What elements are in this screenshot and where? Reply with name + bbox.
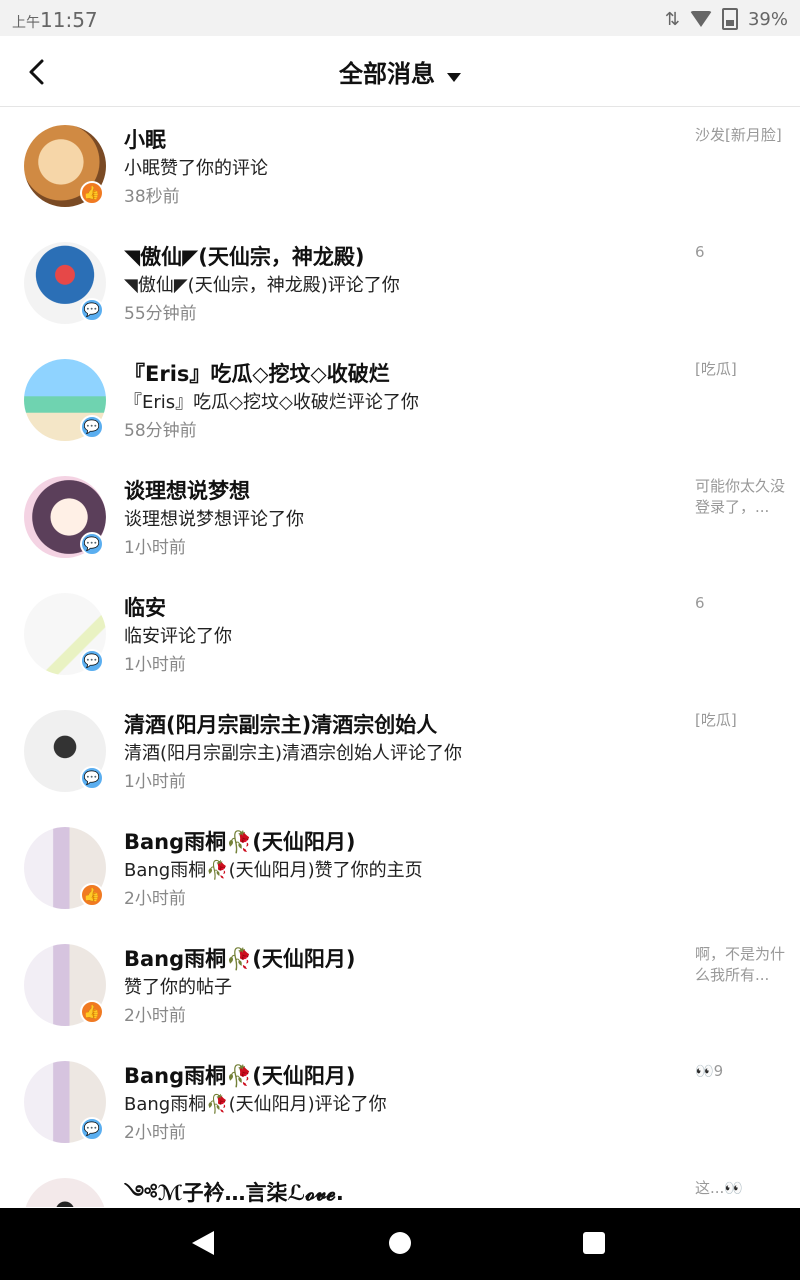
thumbs-up-icon: 👍 — [80, 1000, 104, 1024]
sender-name[interactable]: Bang雨桐🥀(天仙阳月) — [124, 1061, 679, 1091]
message-time: 38秒前 — [124, 187, 180, 207]
message-action: ◥傲仙◤(天仙宗，神龙殿)评论了你 — [124, 275, 400, 296]
message-action: Bang雨桐🥀(天仙阳月)评论了你 — [124, 1094, 387, 1115]
message-item[interactable]: ༺ℳ子衿…言柒ℒ𝓸𝓿𝓮. 这...👀 — [0, 1160, 800, 1207]
sender-name[interactable]: 谈理想说梦想 — [124, 476, 679, 506]
message-snippet: 6 — [695, 594, 705, 612]
message-item[interactable]: 👍 Bang雨桐🥀(天仙阳月) Bang雨桐🥀(天仙阳月)赞了你的主页 2小时前 — [0, 809, 800, 926]
message-time: 2小时前 — [124, 1123, 186, 1143]
sender-name[interactable]: ༺ℳ子衿…言柒ℒ𝓸𝓿𝓮. — [124, 1178, 679, 1207]
message-action: 谈理想说梦想评论了你 — [124, 509, 304, 530]
nav-home-button[interactable] — [389, 1232, 411, 1254]
message-item[interactable]: 💬 谈理想说梦想 谈理想说梦想评论了你 1小时前 可能你太久没登录了，... — [0, 458, 800, 575]
sender-name[interactable]: Bang雨桐🥀(天仙阳月) — [124, 827, 679, 857]
message-item[interactable]: 💬 Bang雨桐🥀(天仙阳月) Bang雨桐🥀(天仙阳月)评论了你 2小时前 👀… — [0, 1043, 800, 1160]
comment-bubble-icon: 💬 — [80, 766, 104, 790]
sender-name[interactable]: ◥傲仙◤(天仙宗，神龙殿) — [124, 242, 679, 272]
message-snippet: [吃瓜] — [695, 711, 737, 729]
message-snippet: 沙发[新月脸] — [695, 126, 782, 144]
sender-name[interactable]: 小眠 — [124, 125, 679, 155]
wifi-icon — [689, 11, 712, 27]
thumbs-up-icon: 👍 — [80, 883, 104, 907]
message-time: 55分钟前 — [124, 304, 197, 324]
comment-bubble-icon: 💬 — [80, 649, 104, 673]
status-time: 上午11:57 — [12, 8, 98, 32]
comment-bubble-icon: 💬 — [80, 298, 104, 322]
message-time: 2小时前 — [124, 889, 186, 909]
message-snippet: 啊，不是为什么我所有... — [695, 945, 786, 984]
page-title: 全部消息 — [339, 60, 435, 88]
sender-name[interactable]: 清酒(阳月宗副宗主)清酒宗创始人 — [124, 710, 679, 740]
sender-name[interactable]: Bang雨桐🥀(天仙阳月) — [124, 944, 679, 974]
comment-bubble-icon: 💬 — [80, 532, 104, 556]
message-action: Bang雨桐🥀(天仙阳月)赞了你的主页 — [124, 860, 423, 881]
nav-recents-button[interactable] — [583, 1232, 605, 1254]
message-item[interactable]: 👍 小眠 小眠赞了你的评论 38秒前 沙发[新月脸] — [0, 107, 800, 224]
message-action: 赞了你的帖子 — [124, 977, 232, 998]
title-dropdown[interactable]: 全部消息 — [0, 54, 800, 89]
message-action: 小眠赞了你的评论 — [124, 158, 268, 179]
message-item[interactable]: 💬 ◥傲仙◤(天仙宗，神龙殿) ◥傲仙◤(天仙宗，神龙殿)评论了你 55分钟前 … — [0, 224, 800, 341]
battery-percent: 39% — [747, 8, 788, 30]
status-icons: ⇅ 39% — [665, 8, 788, 30]
data-arrows-icon: ⇅ — [664, 8, 680, 30]
status-clock: 11:57 — [40, 8, 98, 32]
message-action: 清酒(阳月宗副宗主)清酒宗创始人评论了你 — [124, 743, 463, 764]
comment-bubble-icon: 💬 — [80, 1117, 104, 1141]
message-snippet: 这...👀 — [695, 1179, 743, 1197]
message-time: 1小时前 — [124, 772, 186, 792]
message-item[interactable]: 💬 临安 临安评论了你 1小时前 6 — [0, 575, 800, 692]
message-snippet: 6 — [695, 243, 705, 261]
message-time: 1小时前 — [124, 655, 186, 675]
caret-down-icon — [447, 73, 461, 82]
message-snippet: 👀9 — [695, 1062, 724, 1080]
status-bar: 上午11:57 ⇅ 39% — [0, 0, 800, 36]
message-time: 2小时前 — [124, 1006, 186, 1026]
comment-bubble-icon: 💬 — [80, 415, 104, 439]
message-item[interactable]: 💬 清酒(阳月宗副宗主)清酒宗创始人 清酒(阳月宗副宗主)清酒宗创始人评论了你 … — [0, 692, 800, 809]
message-list: 👍 小眠 小眠赞了你的评论 38秒前 沙发[新月脸] 💬 ◥傲仙◤(天仙宗，神龙… — [0, 107, 800, 1207]
system-nav-bar — [0, 1208, 800, 1280]
message-item[interactable]: 💬 『Eris』吃瓜◇挖坟◇收破烂 『Eris』吃瓜◇挖坟◇收破烂评论了你 58… — [0, 341, 800, 458]
message-time: 1小时前 — [124, 538, 186, 558]
sender-name[interactable]: 『Eris』吃瓜◇挖坟◇收破烂 — [124, 359, 679, 389]
header: 全部消息 — [0, 36, 800, 107]
status-ampm: 上午 — [12, 15, 40, 31]
message-snippet: [吃瓜] — [695, 360, 737, 378]
message-snippet: 可能你太久没登录了，... — [695, 477, 786, 516]
thumbs-up-icon: 👍 — [80, 181, 104, 205]
message-action: 临安评论了你 — [124, 626, 232, 647]
sender-name[interactable]: 临安 — [124, 593, 679, 623]
avatar[interactable] — [24, 1178, 106, 1207]
battery-icon — [721, 8, 738, 30]
message-time: 58分钟前 — [124, 421, 197, 441]
message-action: 『Eris』吃瓜◇挖坟◇收破烂评论了你 — [124, 392, 419, 413]
message-item[interactable]: 👍 Bang雨桐🥀(天仙阳月) 赞了你的帖子 2小时前 啊，不是为什么我所有..… — [0, 926, 800, 1043]
nav-back-button[interactable] — [192, 1231, 214, 1255]
